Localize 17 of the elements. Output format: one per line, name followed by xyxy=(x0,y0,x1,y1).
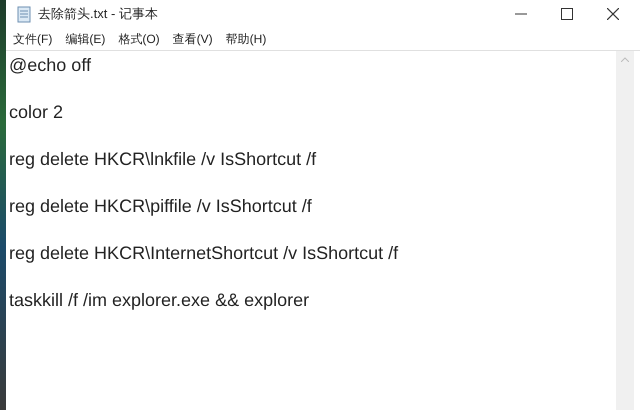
notepad-icon xyxy=(16,5,32,23)
text-line: reg delete HKCR\InternetShortcut /v IsShortcut /f xyxy=(9,242,400,265)
text-line: reg delete HKCR\lnkfile /v IsShortcut /f xyxy=(9,148,318,171)
window-title: 去除箭头.txt - 记事本 xyxy=(38,5,158,24)
text-line: @echo off xyxy=(9,54,92,77)
scrollbar[interactable] xyxy=(616,51,634,410)
text-line: taskkill /f /im explorer.exe && explorer xyxy=(9,289,310,312)
menu-item[interactable]: 查看(V) xyxy=(172,30,213,48)
menu-item[interactable]: 帮助(H) xyxy=(226,30,266,48)
maximize-icon xyxy=(561,8,573,20)
menu-item[interactable]: 编辑(E) xyxy=(65,30,106,48)
minimize-icon xyxy=(515,13,527,15)
menu-item[interactable]: 文件(F) xyxy=(13,30,52,48)
text-line: color 2 xyxy=(9,101,64,124)
close-icon xyxy=(607,8,619,20)
menu-item[interactable]: 格式(O) xyxy=(118,30,160,48)
text-line: reg delete HKCR\piffile /v IsShortcut /f xyxy=(9,195,313,218)
